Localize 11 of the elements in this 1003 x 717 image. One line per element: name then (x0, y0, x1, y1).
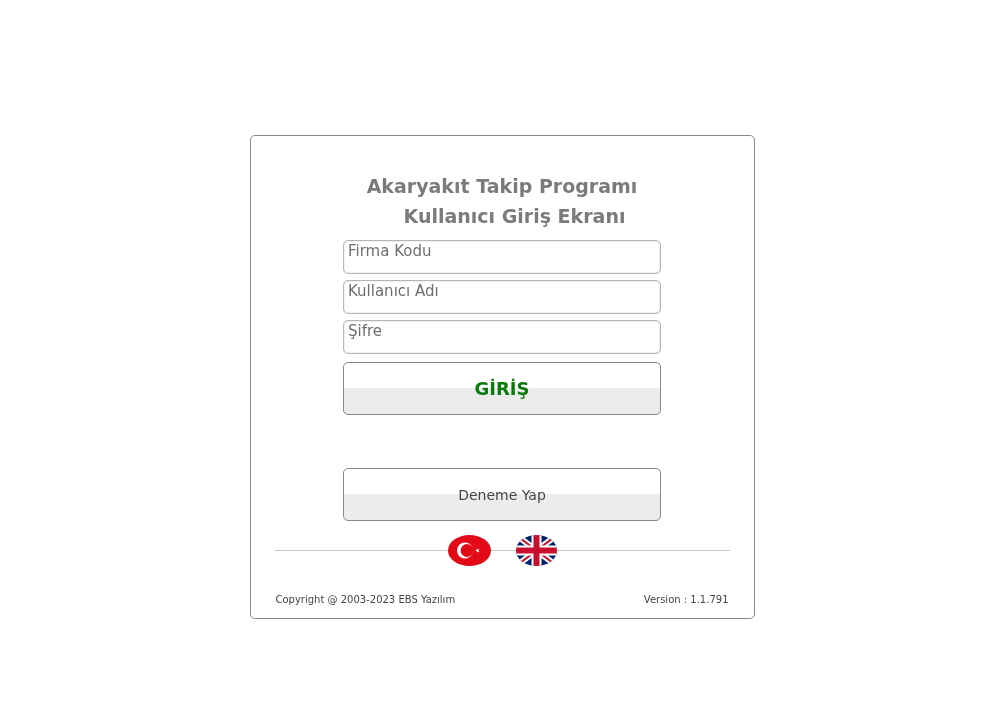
british-flag-icon[interactable] (515, 535, 557, 566)
login-button[interactable]: GİRİŞ (343, 362, 661, 415)
version-text: Version : 1.1.791 (643, 594, 729, 605)
screen-subtitle: Kullanıcı Giriş Ekranı (403, 204, 626, 229)
input-field[interactable]: Firma Kodu (343, 240, 661, 274)
app-title: Akaryakıt Takip Programı (366, 174, 638, 199)
copyright-text: Copyright @ 2003-2023 EBS Yazılım (275, 594, 456, 605)
trial-button[interactable]: Deneme Yap (343, 468, 661, 521)
turkish-flag-icon[interactable] (447, 535, 491, 566)
input-field[interactable]: Kullanıcı Adı (343, 280, 661, 314)
input-field[interactable]: Şifre (343, 320, 661, 354)
